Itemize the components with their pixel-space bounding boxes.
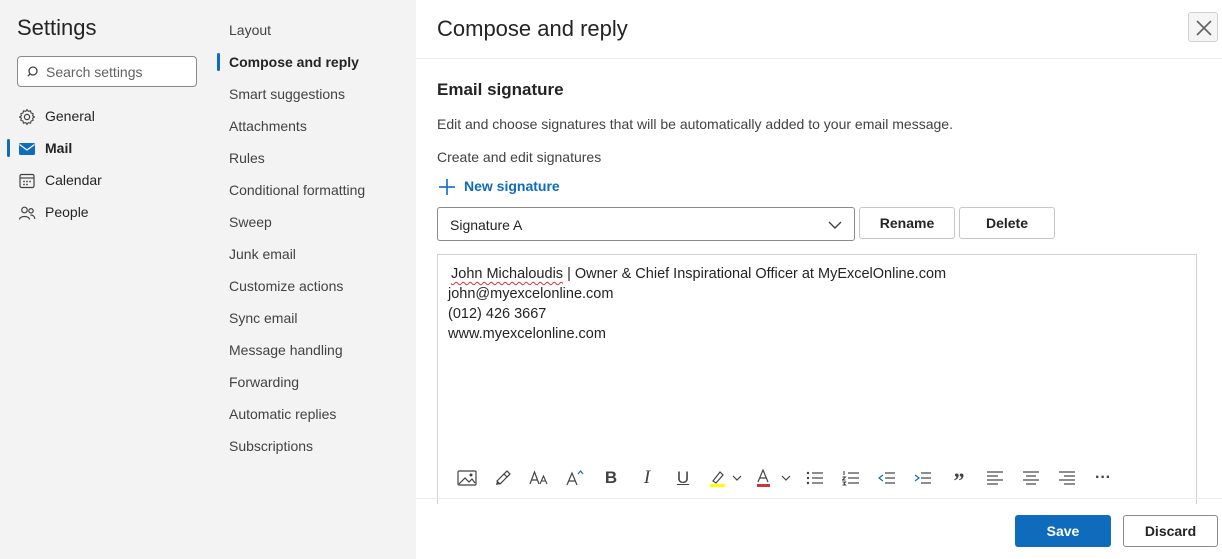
compose-reply-panel: Compose and reply Email signature Edit a… [416, 0, 1222, 559]
increase-indent-icon[interactable] [912, 467, 934, 489]
quote-icon[interactable]: ” [948, 467, 970, 493]
header-divider [416, 58, 1222, 59]
nav-label-calendar: Calendar [45, 172, 102, 188]
nav-item-general[interactable]: General [0, 102, 216, 130]
search-icon [27, 66, 38, 77]
nav-label-mail: Mail [45, 140, 73, 156]
subnav-label: Message handling [229, 342, 343, 358]
nav-item-calendar[interactable]: Calendar [0, 166, 216, 194]
subnav-item-junk-email[interactable]: Junk email [216, 240, 416, 268]
nav-item-people[interactable]: People [0, 198, 216, 226]
subnav-item-layout[interactable]: Layout [216, 16, 416, 44]
subnav-item-compose-and-reply[interactable]: Compose and reply [216, 48, 416, 76]
subnav-label: Subscriptions [229, 438, 314, 454]
format-painter-icon[interactable] [492, 467, 514, 489]
search-input[interactable] [46, 62, 191, 82]
subnav-item-automatic-replies[interactable]: Automatic replies [216, 400, 416, 428]
align-center-icon[interactable] [1020, 467, 1042, 489]
subnav-item-conditional-formatting[interactable]: Conditional formatting [216, 176, 416, 204]
font-color-icon[interactable] [754, 467, 794, 489]
subnav-label: Attachments [229, 118, 307, 134]
chevron-down-icon [828, 221, 842, 229]
font-icon[interactable] [528, 467, 550, 489]
mail-icon [19, 143, 35, 155]
subnav-item-sweep[interactable]: Sweep [216, 208, 416, 236]
subnav-item-customize-actions[interactable]: Customize actions [216, 272, 416, 300]
decrease-indent-icon[interactable] [876, 467, 898, 489]
subnav-label: Conditional formatting [229, 182, 366, 198]
subnav-label: Customize actions [229, 278, 344, 294]
settings-sidebar: Settings General Mail Calendar [0, 0, 216, 559]
signature-line-2: john@myexcelonline.com [448, 286, 614, 302]
settings-title: Settings [17, 15, 97, 40]
align-right-icon[interactable] [1056, 467, 1078, 489]
new-signature-label: New signature [464, 178, 560, 194]
active-indicator [7, 139, 10, 157]
active-indicator [217, 53, 220, 71]
subnav-item-rules[interactable]: Rules [216, 144, 416, 172]
calendar-icon [19, 173, 35, 189]
panel-title: Compose and reply [437, 16, 628, 41]
insert-picture-icon[interactable] [456, 467, 478, 489]
underline-icon[interactable]: U [672, 467, 694, 489]
subnav-item-subscriptions[interactable]: Subscriptions [216, 432, 416, 460]
signature-line-1: John Michaloudis | Owner & Chief Inspira… [451, 266, 946, 282]
mail-subnav: Layout Compose and reply Smart suggestio… [216, 0, 416, 559]
delete-button[interactable]: Delete [959, 207, 1055, 239]
signature-select[interactable]: Signature A [437, 207, 855, 241]
search-box[interactable] [17, 56, 197, 87]
subnav-item-forwarding[interactable]: Forwarding [216, 368, 416, 396]
bullets-icon[interactable] [804, 467, 826, 489]
subnav-label: Automatic replies [229, 406, 337, 422]
section-description: Edit and choose signatures that will be … [437, 116, 953, 132]
numbering-icon[interactable] [840, 467, 862, 489]
font-size-icon[interactable] [564, 467, 586, 489]
close-button[interactable] [1188, 12, 1218, 42]
section-title: Email signature [437, 80, 564, 99]
subnav-label: Compose and reply [229, 54, 359, 70]
signature-editor[interactable]: John Michaloudis | Owner & Chief Inspira… [437, 254, 1197, 504]
discard-button[interactable]: Discard [1123, 515, 1218, 547]
subnav-item-message-handling[interactable]: Message handling [216, 336, 416, 364]
signature-line-4: www.myexcelonline.com [448, 326, 606, 342]
rename-button[interactable]: Rename [859, 207, 955, 239]
subnav-label: Sweep [229, 214, 272, 230]
bold-icon[interactable]: B [600, 467, 622, 489]
nav-label-people: People [45, 204, 89, 220]
signature-line-3: (012) 426 3667 [448, 306, 547, 322]
italic-icon[interactable]: I [636, 467, 658, 489]
people-icon [18, 206, 36, 220]
subnav-label: Layout [229, 22, 272, 38]
gear-icon [18, 108, 36, 126]
create-edit-label: Create and edit signatures [437, 149, 602, 165]
subnav-item-attachments[interactable]: Attachments [216, 112, 416, 140]
signature-title: | Owner & Chief Inspirational Officer at… [563, 266, 947, 282]
subnav-item-smart-suggestions[interactable]: Smart suggestions [216, 80, 416, 108]
align-left-icon[interactable] [984, 467, 1006, 489]
close-icon [1196, 20, 1212, 36]
formatting-toolbar: B I U ” ··· [438, 463, 1198, 493]
nav-item-mail[interactable]: Mail [0, 134, 216, 162]
subnav-label: Sync email [229, 310, 298, 326]
signature-name: John Michaloudis [451, 266, 564, 282]
nav-label-general: General [45, 108, 95, 124]
subnav-item-sync-email[interactable]: Sync email [216, 304, 416, 332]
highlight-icon[interactable] [708, 467, 744, 489]
save-button[interactable]: Save [1015, 515, 1111, 547]
plus-icon [439, 179, 455, 195]
subnav-label: Junk email [229, 246, 296, 262]
subnav-label: Rules [229, 150, 265, 166]
more-options-icon[interactable]: ··· [1092, 467, 1114, 489]
signature-select-value: Signature A [450, 217, 523, 233]
subnav-label: Forwarding [229, 374, 300, 390]
subnav-label: Smart suggestions [229, 86, 345, 102]
footer-divider [416, 498, 1222, 499]
